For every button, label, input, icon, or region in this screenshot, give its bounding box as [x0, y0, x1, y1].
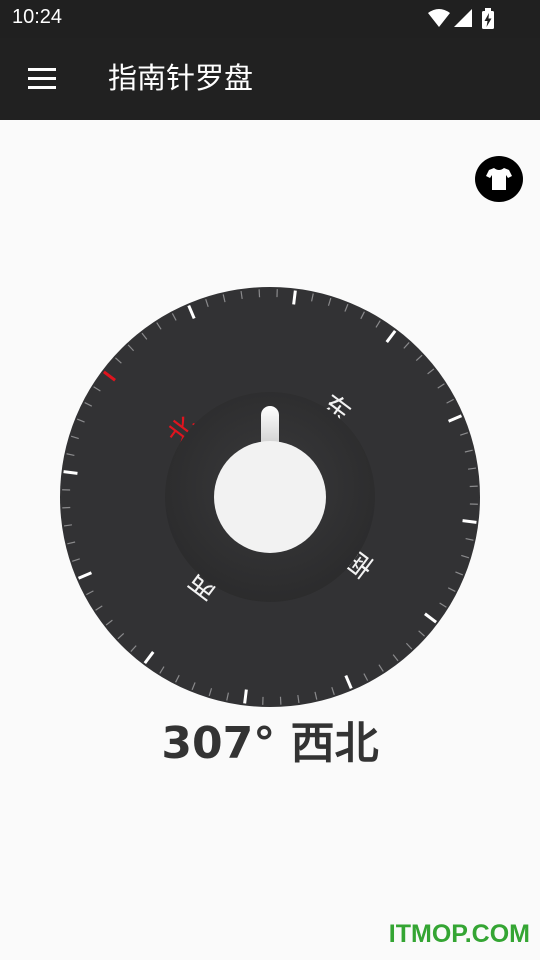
status-time: 10:24 — [12, 6, 63, 28]
signal-icon — [454, 9, 472, 27]
wifi-icon — [428, 9, 450, 27]
center-knob — [214, 441, 326, 553]
status-bar: 10:24 — [0, 0, 540, 38]
tshirt-icon — [486, 168, 512, 190]
status-icons — [428, 8, 494, 29]
watermark-logo: ITMOP.COM — [388, 920, 530, 948]
menu-button[interactable] — [14, 58, 70, 100]
heading-readout: 307° 西北 — [161, 718, 379, 769]
app-bar: 指南针罗盘 — [0, 38, 540, 120]
app-title: 指南针罗盘 — [108, 61, 254, 95]
compass-dial: 北 东 南 西 — [60, 287, 480, 707]
skin-button[interactable] — [475, 156, 523, 202]
battery-charging-icon — [482, 8, 494, 29]
